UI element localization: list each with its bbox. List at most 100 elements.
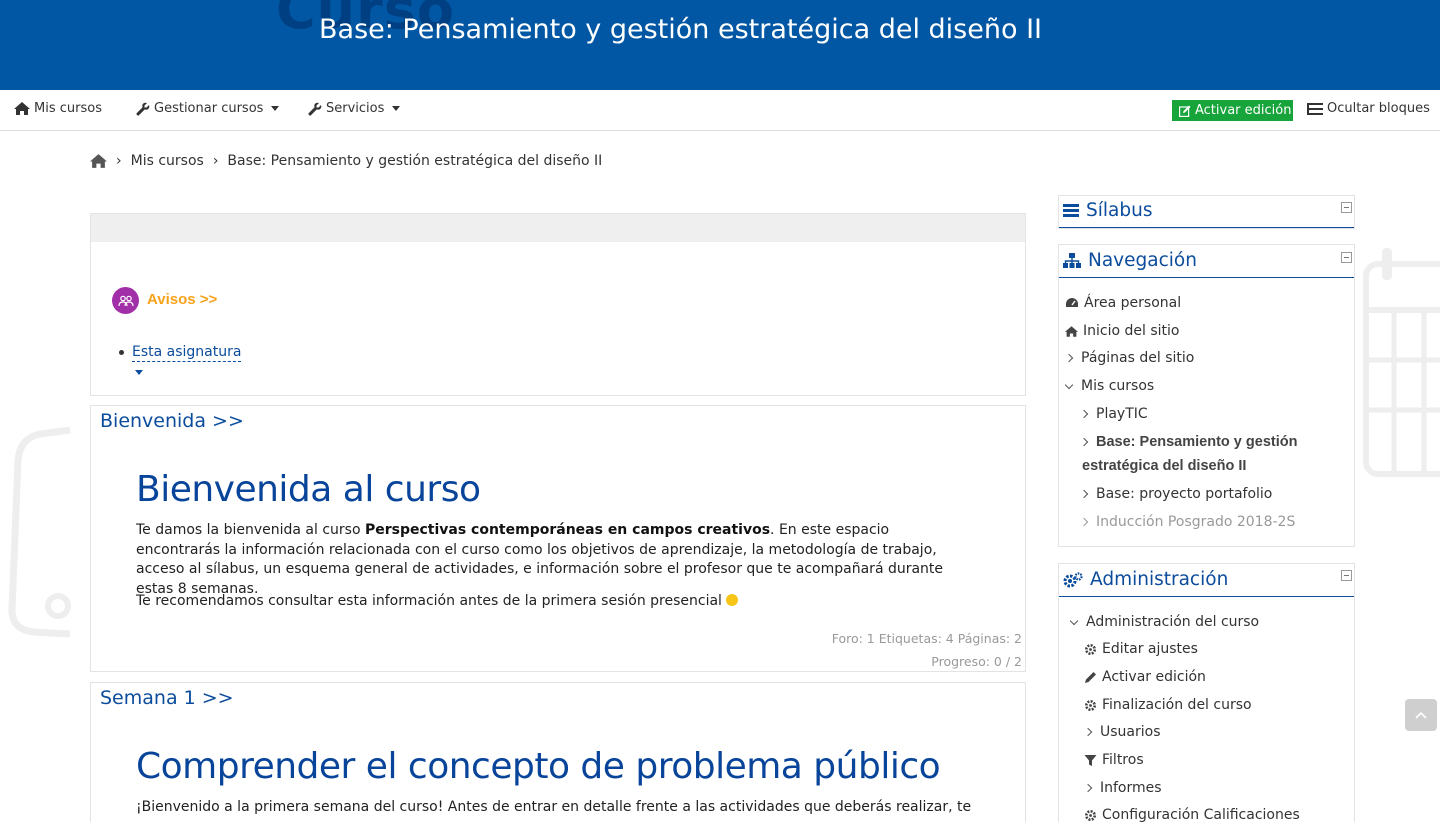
admin-item-label: Editar ajustes (1102, 641, 1198, 657)
cogs-icon (1063, 571, 1083, 587)
nav-item-label: Inicio del sitio (1083, 323, 1180, 339)
nav-item-playtic[interactable]: PlayTIC (1079, 406, 1148, 422)
dashboard-icon (1066, 298, 1078, 307)
admin-item-calificaciones[interactable]: Configuración Calificaciones (1084, 807, 1300, 822)
chevron-up-icon (1415, 711, 1427, 719)
admin-item-informes[interactable]: Informes (1083, 780, 1162, 796)
bars-icon (1063, 204, 1079, 217)
wrench-icon (308, 102, 322, 116)
block-navigation-title[interactable]: Navegación (1063, 250, 1197, 271)
forum-icon[interactable] (112, 287, 139, 314)
chevron-right-icon (1079, 409, 1089, 419)
home-icon (1065, 325, 1078, 337)
gear-icon (1085, 643, 1096, 655)
chevron-right-icon (1079, 517, 1089, 527)
welcome-heading: Bienvenida al curso (136, 469, 481, 510)
nav-item-current-course[interactable]: Base: Pensamiento y gestión (1079, 434, 1298, 450)
admin-item-finalizacion[interactable]: Finalización del curso (1084, 697, 1252, 713)
nav-item-area-personal[interactable]: Área personal (1065, 295, 1181, 311)
nav-item-paginas[interactable]: Páginas del sitio (1064, 350, 1195, 366)
nav-services-label: Servicios (326, 101, 385, 116)
breadcrumb: › Mis cursos › Base: Pensamiento y gesti… (90, 153, 602, 169)
chevron-right-icon (1079, 489, 1089, 499)
divider (1059, 277, 1354, 278)
section-activity-summary: Foro: 1 Etiquetas: 4 Páginas: 2 (831, 631, 1022, 646)
wrench-icon (136, 102, 150, 116)
collapse-block-icon[interactable] (1341, 252, 1352, 263)
esta-asignatura-link[interactable]: Esta asignatura (132, 344, 242, 362)
section-title-bienvenida[interactable]: Bienvenida >> (100, 410, 244, 432)
recommendation-text: Te recomendamos consultar esta informaci… (136, 593, 722, 609)
home-icon[interactable] (90, 154, 107, 168)
welcome-text: Te damos la bienvenida al curso (136, 522, 365, 538)
nav-item-label: Mis cursos (1081, 378, 1155, 394)
nav-item-induccion[interactable]: Inducción Posgrado 2018-2S (1079, 514, 1296, 530)
edit-icon (1179, 105, 1191, 117)
nav-item-current-course-line2[interactable]: estratégica del diseño II (1082, 454, 1246, 479)
admin-item-activar-edicion[interactable]: Activar edición (1084, 669, 1206, 685)
nav-services[interactable]: Servicios (308, 101, 401, 116)
admin-item-label: Informes (1100, 780, 1162, 796)
recommendation-paragraph: Te recomendamos consultar esta informaci… (136, 592, 972, 612)
collapse-block-icon[interactable] (1341, 202, 1352, 213)
hide-blocks-button[interactable]: Ocultar bloques (1307, 101, 1430, 116)
block-silabus-label: Sílabus (1086, 200, 1153, 221)
gear-icon (1085, 809, 1096, 821)
divider (1059, 227, 1354, 228)
section-title-semana-1[interactable]: Semana 1 >> (100, 687, 234, 709)
chevron-right-icon (1083, 727, 1093, 737)
admin-item-label: Usuarios (1100, 724, 1161, 740)
nav-item-label: PlayTIC (1096, 406, 1148, 422)
admin-item-course-admin[interactable]: Administración del curso (1069, 614, 1259, 630)
chevron-right-icon: › (116, 153, 122, 169)
activate-edit-label: Activar edición (1195, 103, 1292, 118)
chevron-right-icon (1064, 353, 1074, 363)
week1-heading: Comprender el concepto de problema públi… (136, 746, 941, 787)
activate-edit-button[interactable]: Activar edición (1172, 100, 1293, 121)
nav-item-label: Inducción Posgrado 2018-2S (1096, 514, 1296, 530)
nav-item-label: Base: Pensamiento y gestión (1096, 434, 1298, 450)
section-progress: Progreso: 0 / 2 (931, 654, 1022, 669)
hide-blocks-label: Ocultar bloques (1327, 101, 1430, 116)
admin-item-filtros[interactable]: Filtros (1084, 752, 1144, 768)
welcome-paragraph: Te damos la bienvenida al curso Perspect… (136, 521, 972, 599)
wink-emoji-icon (725, 594, 738, 606)
nav-item-label: Área personal (1084, 295, 1182, 311)
collapse-block-icon[interactable] (1341, 570, 1352, 581)
nav-my-courses-label: Mis cursos (34, 101, 102, 116)
list-icon (1307, 102, 1323, 115)
week1-paragraph: ¡Bienvenido a la primera semana del curs… (136, 799, 972, 815)
block-administration-label: Administración (1090, 569, 1229, 590)
filter-icon (1084, 754, 1097, 766)
breadcrumb-item-my-courses[interactable]: Mis cursos (131, 153, 204, 169)
nav-item-label: Páginas del sitio (1081, 350, 1195, 366)
block-administration-title[interactable]: Administración (1063, 569, 1228, 590)
nav-manage-courses[interactable]: Gestionar cursos (136, 101, 280, 116)
decorative-calendar-illustration (1363, 248, 1440, 477)
chevron-down-icon (271, 106, 280, 111)
block-silabus-title[interactable]: Sílabus (1063, 200, 1152, 221)
nav-item-label: Base: proyecto portafolio (1096, 486, 1273, 502)
chevron-right-icon: › (212, 153, 219, 169)
admin-item-label: Finalización del curso (1102, 697, 1252, 713)
section-general-header (91, 214, 1025, 242)
chevron-right-icon (1079, 437, 1089, 447)
list-bullet (119, 350, 124, 355)
chevron-down-icon[interactable] (135, 370, 143, 375)
course-header: Curso Base: Pensamiento y gestión estrat… (0, 0, 1440, 90)
nav-item-portafolio[interactable]: Base: proyecto portafolio (1079, 486, 1273, 502)
chevron-down-icon (392, 106, 401, 111)
gear-icon (1085, 699, 1096, 711)
nav-item-inicio[interactable]: Inicio del sitio (1065, 323, 1179, 339)
scroll-to-top-button[interactable] (1405, 699, 1437, 731)
course-name-bold: Perspectivas contemporáneas en campos cr… (364, 522, 771, 538)
admin-item-editar-ajustes[interactable]: Editar ajustes (1084, 641, 1198, 657)
page-title: Base: Pensamiento y gestión estratégica … (319, 14, 1042, 45)
decorative-phone-illustration (8, 426, 71, 638)
forum-link-avisos[interactable]: Avisos >> (147, 291, 217, 308)
nav-manage-courses-label: Gestionar cursos (154, 101, 264, 116)
breadcrumb-item-current-course[interactable]: Base: Pensamiento y gestión estratégica … (227, 153, 602, 169)
nav-item-mis-cursos[interactable]: Mis cursos (1064, 378, 1155, 394)
admin-item-usuarios[interactable]: Usuarios (1083, 724, 1161, 740)
nav-my-courses[interactable]: Mis cursos (14, 101, 102, 116)
